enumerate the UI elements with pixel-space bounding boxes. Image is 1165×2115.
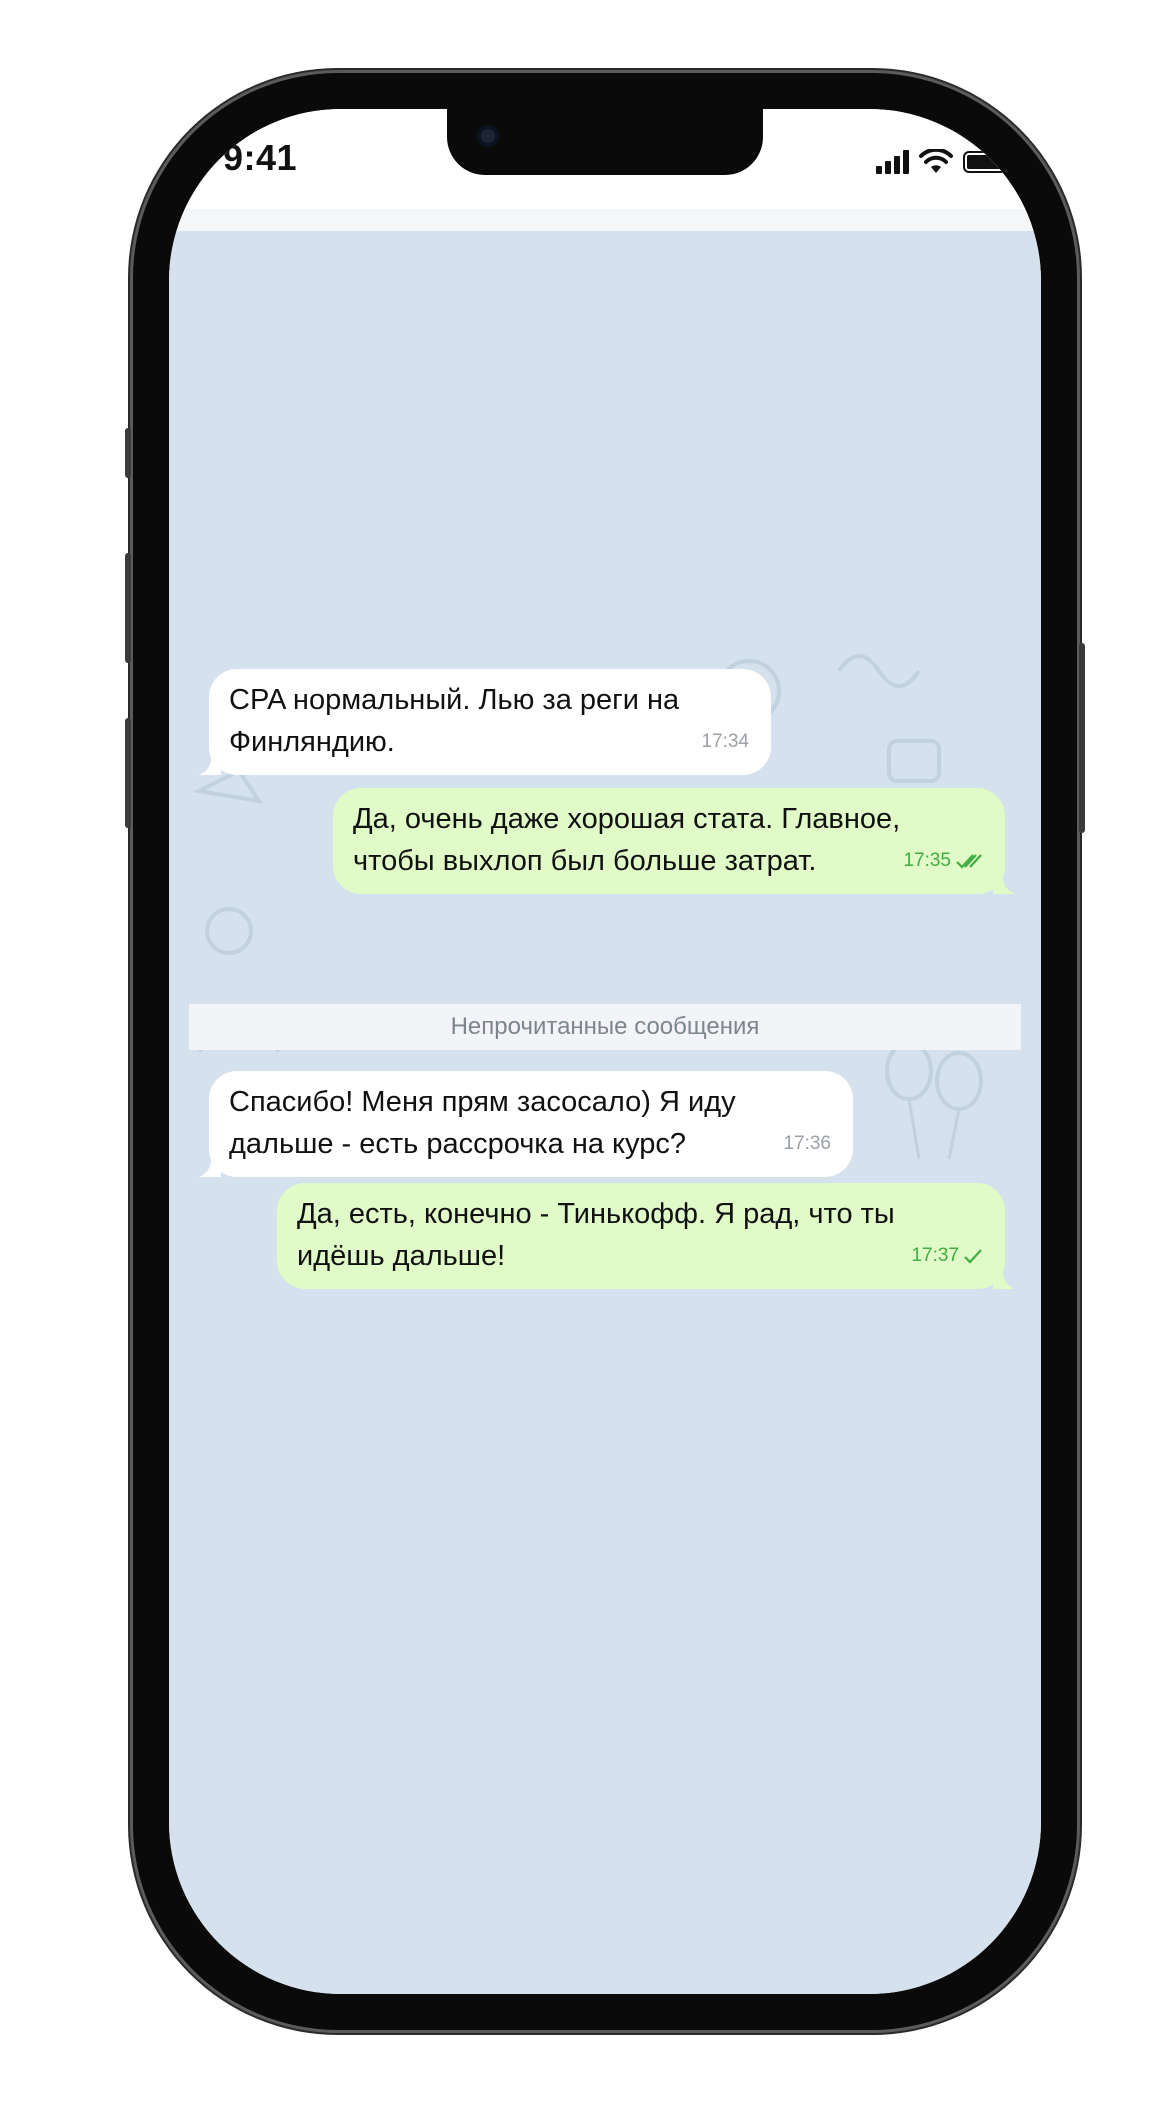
power-button [1079,643,1085,833]
front-camera-icon [477,125,499,147]
bubble-tail-icon [993,872,1015,894]
message-text: дальше - есть рассрочка на курс? [229,1128,686,1160]
message-text: чтобы выхлоп был больше затрат. [353,845,817,877]
status-time: 9:41 [223,137,298,178]
message-text: Да, очень даже хорошая стата. Главное, [353,803,901,835]
phone-screen: 9:41 CPA нормальный. Лью за реги на Финл… [169,109,1041,1994]
message-time: 17:37 [911,1245,959,1266]
mute-switch [125,428,131,478]
bubble-tail-icon [199,1155,221,1177]
message-text: идёшь дальше! [297,1240,506,1272]
status-icons [876,147,1011,177]
message-bubble-incoming[interactable]: CPA нормальный. Лью за реги на Финляндию… [199,669,771,775]
chat-area[interactable]: CPA нормальный. Лью за реги на Финляндию… [169,231,1041,1994]
message-text: Да, есть, конечно - Тинькофф. Я рад, что… [297,1198,895,1230]
message-bubble-incoming[interactable]: Спасибо! Меня прям засосало) Я иду дальш… [199,1071,853,1177]
bubble-tail-icon [199,753,221,775]
battery-icon [963,151,1011,173]
message-text: Финляндию. [229,726,395,758]
phone-frame: 9:41 CPA нормальный. Лью за реги на Финл… [125,73,1085,2030]
check-icon [964,1249,982,1264]
bubble-tail-icon [993,1267,1015,1289]
chat-header-edge [169,209,1041,231]
status-bar: 9:41 [169,109,1041,209]
cellular-signal-icon [876,150,909,174]
notch [447,109,763,175]
unread-divider-label: Непрочитанные сообщения [450,1013,760,1040]
message-text: Спасибо! Меня прям засосало) Я иду [229,1086,736,1118]
message-bubble-outgoing[interactable]: Да, есть, конечно - Тинькофф. Я рад, что… [277,1183,1015,1289]
message-time: 17:34 [701,731,749,752]
volume-up-button [125,553,131,663]
double-check-icon [956,854,982,869]
volume-down-button [125,718,131,828]
unread-messages-divider: Непрочитанные сообщения [189,1004,1021,1050]
message-time: 17:35 [903,850,951,871]
wifi-icon [919,149,953,173]
message-time: 17:36 [783,1133,831,1154]
message-bubble-outgoing[interactable]: Да, очень даже хорошая стата. Главное, ч… [333,788,1015,894]
message-text: CPA нормальный. Лью за реги на [229,684,680,716]
